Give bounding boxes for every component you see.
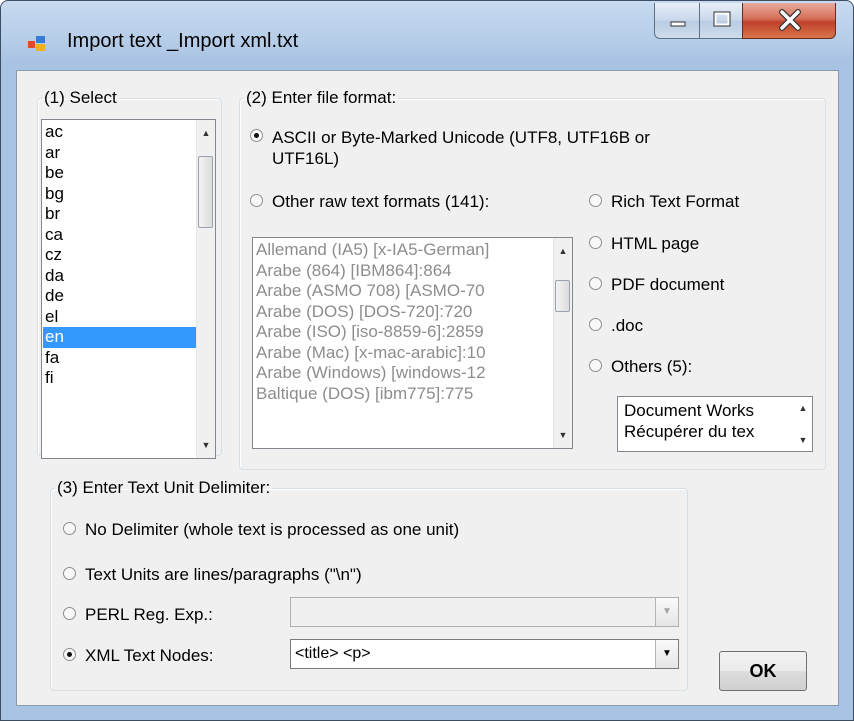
list-item[interactable]: Allemand (IA5) [x-IA5-German] <box>254 240 554 261</box>
radio-lines-label: Text Units are lines/paragraphs ("\n") <box>85 565 362 584</box>
language-list-scrollbar[interactable]: ▲ ▼ <box>196 120 215 458</box>
list-item[interactable]: fi <box>43 368 197 389</box>
scroll-thumb[interactable] <box>555 280 570 312</box>
list-item[interactable]: da <box>43 266 197 287</box>
list-item[interactable]: de <box>43 286 197 307</box>
delimiter-group-legend: (3) Enter Text Unit Delimiter: <box>57 478 271 497</box>
list-item[interactable]: cz <box>43 245 197 266</box>
list-item[interactable]: Arabe (864) [IBM864]:864 <box>254 261 554 282</box>
list-item[interactable]: Arabe (DOS) [DOS-720]:720 <box>254 302 554 323</box>
chevron-down-icon[interactable]: ▼ <box>655 640 678 668</box>
list-item[interactable]: Arabe (ASMO 708) [ASMO-70 <box>254 281 554 302</box>
file-format-group-legend: (2) Enter file format: <box>246 88 397 107</box>
minimize-icon <box>670 21 686 27</box>
scroll-down-icon[interactable]: ▼ <box>554 426 572 444</box>
maximize-button[interactable] <box>699 3 743 39</box>
list-item[interactable]: ar <box>43 143 197 164</box>
list-item[interactable]: ca <box>43 225 197 246</box>
list-item[interactable]: Récupérer du tex <box>622 422 794 443</box>
others-list[interactable]: Document Works Récupérer du tex ▲ ▼ <box>617 396 813 452</box>
import-text-dialog: Import text _Import xml.txt (1) Select a… <box>0 0 854 721</box>
list-item[interactable]: ac <box>43 122 197 143</box>
list-item[interactable]: fa <box>43 348 197 369</box>
radio-ascii-label-line1: ASCII or Byte-Marked Unicode (UTF8, UTF1… <box>272 128 650 147</box>
close-icon <box>779 9 801 31</box>
scroll-thumb[interactable] <box>198 156 213 228</box>
list-item[interactable]: Baltique (DOS) [ibm775]:775 <box>254 384 554 405</box>
list-item[interactable]: el <box>43 307 197 328</box>
radio-others-label: Others (5): <box>611 357 693 376</box>
list-item[interactable]: bg <box>43 184 197 205</box>
xml-nodes-combo[interactable]: <title> <p> ▼ <box>290 639 679 669</box>
list-item[interactable]: br <box>43 204 197 225</box>
radio-perl-label: PERL Reg. Exp.: <box>85 605 213 624</box>
ok-button[interactable]: OK <box>719 651 807 691</box>
list-item[interactable]: be <box>43 163 197 184</box>
radio-html-label: HTML page <box>611 234 700 253</box>
app-icon <box>28 36 45 51</box>
scroll-up-icon[interactable]: ▲ <box>197 124 215 142</box>
perl-regex-combo[interactable]: ▼ <box>290 597 679 627</box>
minimize-button[interactable] <box>654 3 700 39</box>
window-title: Import text _Import xml.txt <box>67 30 299 52</box>
scroll-up-icon[interactable]: ▲ <box>794 399 812 417</box>
maximize-icon <box>713 11 731 27</box>
list-item[interactable]: Document Works <box>622 401 794 422</box>
scroll-down-icon[interactable]: ▼ <box>197 436 215 454</box>
select-group-legend: (1) Select <box>44 88 117 107</box>
list-item[interactable]: Arabe (Windows) [windows-12 <box>254 363 554 384</box>
list-item[interactable]: Arabe (Mac) [x-mac-arabic]:10 <box>254 343 554 364</box>
radio-xml-nodes-label: XML Text Nodes: <box>85 646 214 665</box>
radio-pdf-label: PDF document <box>611 275 725 294</box>
dialog-body: (1) Select ac ar be bg br ca cz da de el en fa fi ▲ … <box>16 70 839 706</box>
radio-ascii-indicator[interactable] <box>250 129 263 142</box>
title-bar[interactable]: Import text _Import xml.txt <box>1 1 853 69</box>
xml-nodes-value[interactable]: <title> <p> <box>295 645 371 663</box>
list-item[interactable]: en <box>43 327 197 348</box>
close-button[interactable] <box>742 3 836 39</box>
radio-no-delimiter-label: No Delimiter (whole text is processed as… <box>85 520 460 539</box>
encoding-list-scrollbar[interactable]: ▲ ▼ <box>553 238 572 448</box>
scroll-up-icon[interactable]: ▲ <box>554 242 572 260</box>
radio-ascii-label-line2: UTF16L) <box>272 149 340 168</box>
radio-rtf-label: Rich Text Format <box>611 192 740 211</box>
scroll-down-icon[interactable]: ▼ <box>794 431 812 449</box>
chevron-down-icon[interactable]: ▼ <box>655 598 678 626</box>
radio-other-raw-label: Other raw text formats (141): <box>272 192 490 211</box>
encoding-list[interactable]: Allemand (IA5) [x-IA5-German] Arabe (864)… <box>252 237 573 449</box>
others-list-scrollbar[interactable]: ▲ ▼ <box>794 397 812 451</box>
list-item[interactable]: Arabe (ISO) [iso-8859-6]:2859 <box>254 322 554 343</box>
language-list[interactable]: ac ar be bg br ca cz da de el en fa fi ▲ ▼ <box>41 119 216 459</box>
radio-doc-label: .doc <box>611 316 644 335</box>
